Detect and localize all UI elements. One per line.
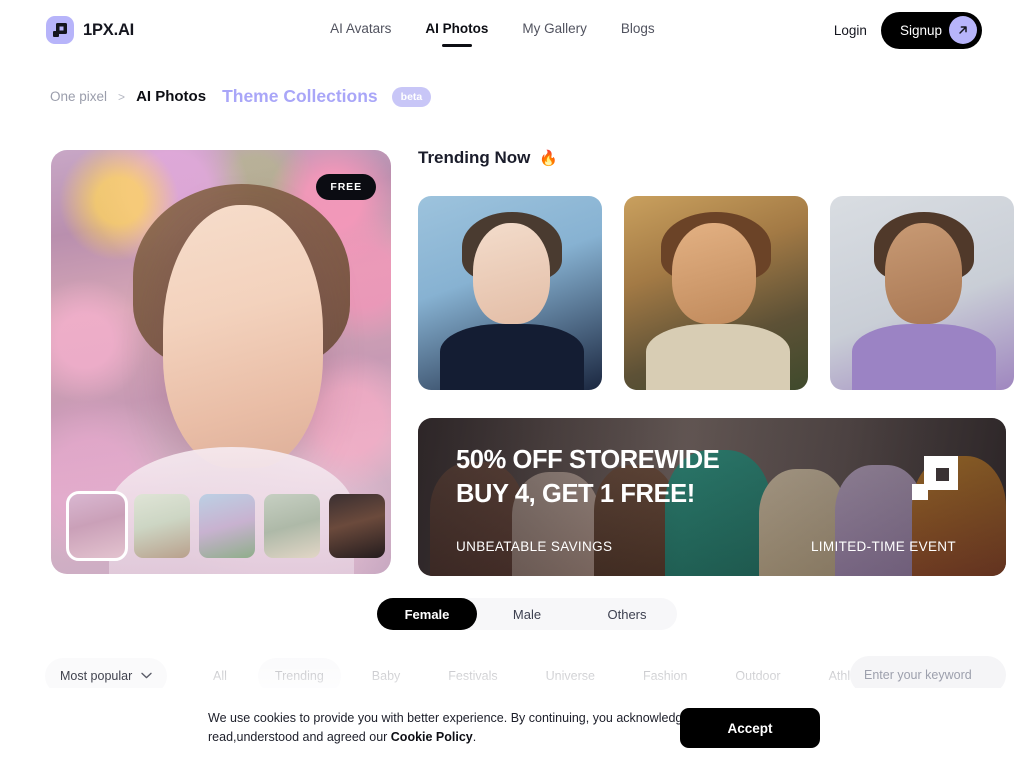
trending-header: Trending Now 🔥 bbox=[418, 148, 558, 168]
promo-footer: UNBEATABLE SAVINGS LIMITED-TIME EVENT bbox=[456, 539, 956, 554]
nav-item-ai-photos[interactable]: AI Photos bbox=[425, 21, 488, 39]
promo-right-note: LIMITED-TIME EVENT bbox=[810, 539, 956, 554]
logo-glyph-svg bbox=[53, 23, 67, 37]
accept-cookies-button[interactable]: Accept bbox=[680, 708, 820, 748]
hero-thumbnail-strip bbox=[66, 491, 385, 561]
card-face bbox=[473, 223, 551, 325]
gender-option-male[interactable]: Male bbox=[477, 598, 577, 630]
promo-line-1: 50% OFF STOREWIDE bbox=[456, 446, 720, 474]
trending-title: Trending Now bbox=[418, 148, 531, 167]
brand-name: 1PX.AI bbox=[83, 20, 135, 39]
nav-item-ai-avatars[interactable]: AI Avatars bbox=[330, 21, 391, 39]
free-badge[interactable]: FREE bbox=[316, 174, 376, 200]
gender-option-others[interactable]: Others bbox=[577, 598, 677, 630]
nav-item-my-gallery[interactable]: My Gallery bbox=[522, 21, 587, 39]
card-body bbox=[646, 324, 790, 390]
card-face bbox=[671, 223, 757, 325]
thumb-dark-leather[interactable] bbox=[329, 494, 385, 558]
hero-subject-face bbox=[163, 205, 323, 468]
gender-toggle: Female Male Others bbox=[377, 598, 677, 630]
nav-item-blogs[interactable]: Blogs bbox=[621, 21, 655, 39]
brand-logo[interactable]: 1PX.AI bbox=[46, 16, 134, 44]
card-body bbox=[440, 324, 584, 390]
page-title: Theme Collections bbox=[222, 86, 378, 106]
page-root: 1PX.AI AI Avatars AI Photos My Gallery B… bbox=[0, 0, 1024, 768]
card-face bbox=[885, 223, 963, 325]
signup-button[interactable]: Signup bbox=[880, 11, 982, 49]
arrow-up-right-svg bbox=[959, 26, 967, 34]
breadcrumb-separator: > bbox=[118, 89, 126, 104]
thumb-ocean-portrait[interactable] bbox=[199, 494, 255, 558]
chevron-down-svg bbox=[141, 672, 152, 678]
trending-card-lavender-shirt[interactable] bbox=[830, 196, 1014, 390]
thumb-flower-field[interactable] bbox=[66, 491, 128, 561]
breadcrumb-root[interactable]: One pixel bbox=[50, 89, 107, 104]
promo-banner[interactable]: 50% OFF STOREWIDE BUY 4, GET 1 FREE! UNB… bbox=[418, 418, 1006, 576]
trending-card-golden-hour[interactable] bbox=[624, 196, 808, 390]
sort-dropdown-value: Most popular bbox=[60, 669, 133, 683]
header-actions: Login Signup bbox=[834, 11, 982, 49]
arrow-up-right-icon bbox=[949, 16, 977, 44]
thumb-white-lace[interactable] bbox=[134, 494, 190, 558]
signup-label: Signup bbox=[899, 22, 942, 38]
promo-line-2: BUY 4, GET 1 FREE! bbox=[456, 479, 695, 508]
breadcrumb: One pixel > AI Photos Theme Collections … bbox=[50, 86, 432, 107]
cookie-consent-bar: We use cookies to provide you with bette… bbox=[0, 688, 1024, 768]
pixel-square-icon bbox=[46, 16, 74, 44]
card-body bbox=[852, 324, 996, 390]
thumb-bridal-veil[interactable] bbox=[264, 494, 320, 558]
gender-option-female[interactable]: Female bbox=[377, 598, 477, 630]
hero-image-card[interactable]: FREE bbox=[51, 150, 391, 574]
pixel-square-watermark-icon bbox=[912, 456, 958, 500]
trending-card-row bbox=[418, 196, 1014, 390]
promo-left-note: UNBEATABLE SAVINGS bbox=[456, 539, 613, 554]
chevron-down-icon bbox=[141, 671, 152, 682]
breadcrumb-current[interactable]: AI Photos bbox=[136, 88, 206, 105]
beta-badge: beta bbox=[391, 86, 432, 107]
login-link[interactable]: Login bbox=[834, 23, 867, 38]
main-nav: AI Avatars AI Photos My Gallery Blogs bbox=[330, 21, 655, 39]
trending-card-blue-backdrop[interactable] bbox=[418, 196, 602, 390]
flame-icon: 🔥 bbox=[539, 150, 559, 167]
search-input[interactable] bbox=[864, 668, 1024, 682]
cookie-text-part2: . bbox=[472, 730, 477, 744]
site-header: 1PX.AI AI Avatars AI Photos My Gallery B… bbox=[0, 0, 1024, 60]
cookie-policy-link[interactable]: Cookie Policy bbox=[391, 730, 473, 744]
promo-headline: 50% OFF STOREWIDE BUY 4, GET 1 FREE! bbox=[456, 444, 720, 511]
